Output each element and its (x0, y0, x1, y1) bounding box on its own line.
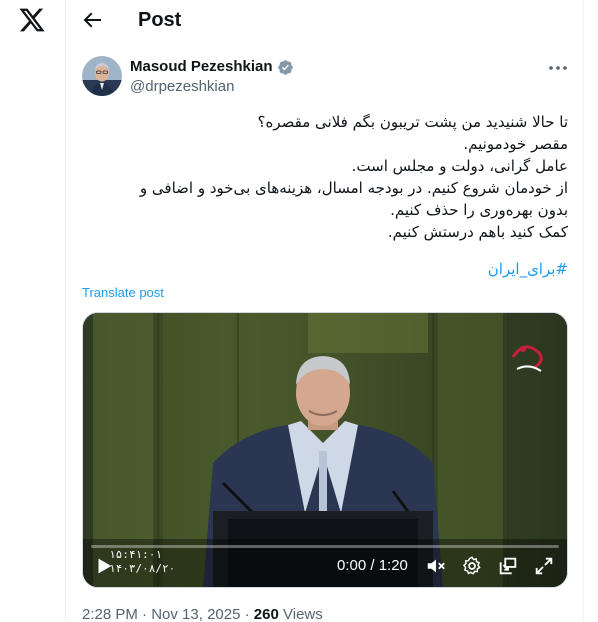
fullscreen-icon[interactable] (533, 555, 555, 577)
post-line: عامل گرانی، دولت و مجلس است. (351, 157, 568, 175)
header: Post (66, 0, 584, 40)
verified-badge-icon (278, 60, 293, 75)
page: Post Masoud Pezeshkian @drpezeshkian تا … (0, 0, 598, 622)
video-controls: 0:00 / 1:20 (83, 543, 567, 587)
volume-icon[interactable] (425, 555, 447, 577)
arrow-left-icon[interactable] (80, 8, 104, 32)
avatar[interactable] (82, 56, 122, 96)
views-label: Views (283, 606, 323, 622)
post-line: از خودمان شروع کنیم. در بودجه امسال، هزی… (139, 179, 568, 197)
post-metadata: 2:28 PM · Nov 13, 2025 · 260 Views (82, 606, 323, 622)
hashtag-link[interactable]: #برای_ایران (82, 259, 568, 279)
author-handle[interactable]: @drpezeshkian (130, 78, 234, 96)
page-title: Post (138, 9, 182, 31)
post-column: Post Masoud Pezeshkian @drpezeshkian تا … (66, 0, 584, 622)
post-line: مقصر خودمونیم. (463, 135, 568, 153)
post-date[interactable]: Nov 13, 2025 (151, 606, 240, 622)
post-line: بدون بهره‌وری را حذف کنیم. (390, 201, 568, 219)
more-options-icon[interactable] (546, 58, 570, 78)
post-time[interactable]: 2:28 PM (82, 606, 138, 622)
post-text: تا حالا شنیدید من پشت تریبون بگم فلانی م… (82, 111, 568, 243)
video-timecode: 0:00 / 1:20 (337, 557, 408, 574)
views-count: 260 (253, 606, 279, 622)
post-line: تا حالا شنیدید من پشت تریبون بگم فلانی م… (257, 113, 568, 131)
meta-separator: · (244, 606, 250, 622)
play-icon[interactable] (93, 555, 115, 577)
x-logo-icon[interactable] (18, 6, 46, 34)
settings-icon[interactable] (461, 555, 483, 577)
video-progress-bar[interactable] (91, 545, 559, 548)
picture-in-picture-icon[interactable] (497, 555, 519, 577)
nav-rail (0, 0, 66, 622)
post-line: کمک کنید باهم درستش کنیم. (387, 223, 568, 241)
meta-separator: · (142, 606, 148, 622)
translate-post-link[interactable]: Translate post (82, 285, 164, 301)
video-player[interactable]: ۱۵:۴۱:۰۱ ۱۴۰۳/۰۸/۲۰ 0:00 / 1:20 (82, 312, 568, 588)
author-name[interactable]: Masoud Pezeshkian (130, 58, 273, 76)
